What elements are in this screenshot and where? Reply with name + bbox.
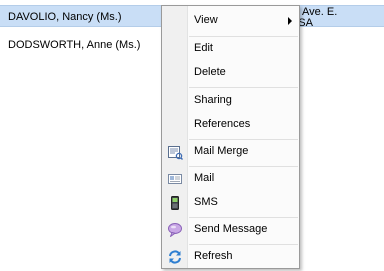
- speech-bubble-icon: [167, 222, 183, 238]
- menu-separator: [189, 244, 298, 245]
- contact-name: DODSWORTH, Anne (Ms.): [8, 39, 141, 51]
- menu-separator: [189, 36, 298, 37]
- menu-item-label: References: [194, 118, 251, 130]
- menu-separator: [189, 166, 298, 167]
- mail-icon: [167, 171, 183, 187]
- menu-item-label: SMS: [194, 196, 218, 208]
- menu-item-sms[interactable]: SMS: [162, 192, 299, 214]
- refresh-icon: [167, 249, 183, 265]
- menu-separator: [189, 87, 298, 88]
- menu-item-mail-merge[interactable]: Mail Merge: [162, 141, 299, 163]
- menu-item-label: Refresh: [194, 250, 233, 262]
- menu-separator: [189, 139, 298, 140]
- menu-item-label: Mail: [194, 172, 215, 184]
- menu-item-sharing[interactable]: Sharing: [162, 90, 299, 112]
- menu-item-view[interactable]: View: [162, 10, 299, 32]
- menu-item-label: Mail Merge: [194, 145, 249, 157]
- menu-item-label: Sharing: [194, 94, 232, 106]
- menu-item-refresh[interactable]: Refresh: [162, 246, 299, 268]
- submenu-arrow-icon: [288, 17, 292, 25]
- context-menu: View Edit Delete Sharing References Mail…: [161, 5, 300, 269]
- menu-item-label: Delete: [194, 66, 226, 78]
- contact-name: DAVOLIO, Nancy (Ms.): [8, 11, 122, 23]
- menu-item-delete[interactable]: Delete: [162, 62, 299, 84]
- menu-item-label: Edit: [194, 42, 213, 54]
- menu-item-mail[interactable]: Mail: [162, 168, 299, 190]
- menu-separator: [189, 217, 298, 218]
- menu-item-send-message[interactable]: Send Message: [162, 219, 299, 241]
- menu-item-references[interactable]: References: [162, 114, 299, 136]
- mobile-phone-icon: [167, 195, 183, 211]
- menu-item-label: View: [194, 14, 218, 26]
- menu-item-edit[interactable]: Edit: [162, 38, 299, 60]
- mail-merge-icon: [167, 144, 183, 160]
- menu-item-label: Send Message: [194, 223, 268, 235]
